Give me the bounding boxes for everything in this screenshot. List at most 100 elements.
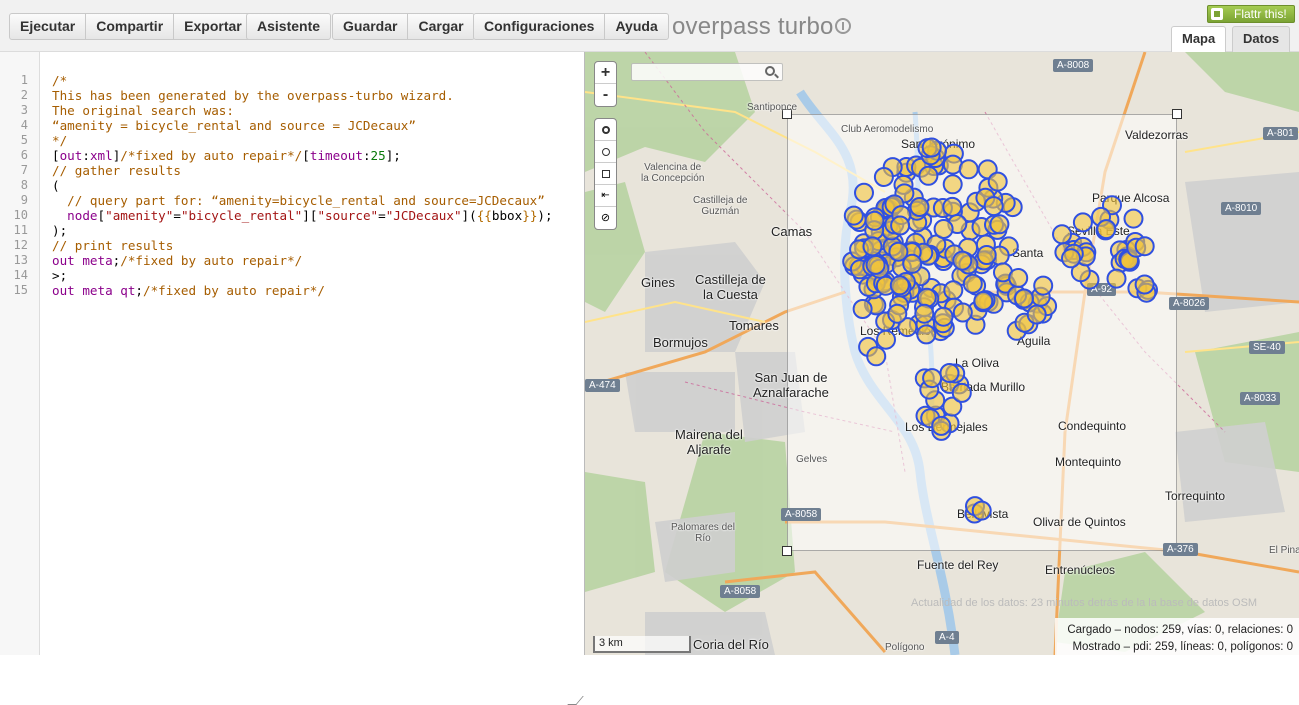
bike-station-marker[interactable] — [1096, 219, 1117, 240]
code-token: */ — [52, 133, 68, 148]
line-number: 9 — [20, 193, 28, 207]
bike-station-marker[interactable] — [976, 245, 997, 265]
resize-grip-icon[interactable] — [567, 696, 584, 705]
bike-station-marker[interactable] — [983, 196, 1004, 217]
code-token: "source" — [317, 208, 379, 223]
code-line: // gather results — [52, 163, 181, 178]
bike-station-marker[interactable] — [1052, 224, 1072, 245]
save-button[interactable]: Guardar — [333, 14, 409, 39]
bike-station-marker[interactable] — [1008, 268, 1029, 288]
bike-station-marker[interactable] — [1072, 212, 1093, 233]
code-line: // query part for: “amenity=bicycle_rent… — [52, 193, 545, 208]
help-button[interactable]: Ayuda — [605, 14, 667, 39]
bike-station-marker[interactable] — [1061, 248, 1081, 269]
wizard-button[interactable]: Asistente — [247, 14, 330, 39]
bike-station-marker[interactable] — [864, 210, 885, 231]
code-token: “amenity = bicycle_rental and source = J… — [52, 118, 416, 133]
bike-station-marker[interactable] — [971, 500, 992, 521]
bike-station-marker[interactable] — [865, 254, 886, 275]
map-view[interactable]: Valdezorras San Jerónimo Santiponce Club Ae… — [585, 52, 1299, 655]
query-editor[interactable]: 1 2 3 4 5 6 7 8 9 10 11 12 13 14 15 /* This has been ge… — [0, 52, 585, 705]
bike-station-marker[interactable] — [866, 346, 887, 367]
bbox-button[interactable] — [595, 163, 616, 185]
bike-station-marker[interactable] — [952, 302, 973, 323]
bike-station-marker[interactable] — [854, 182, 874, 203]
clear-data-button[interactable]: ⊘ — [595, 207, 616, 229]
line-number: 4 — [20, 118, 28, 132]
code-token: ( — [52, 178, 60, 193]
code-token: 25 — [370, 148, 386, 163]
load-button[interactable]: Cargar — [408, 14, 473, 39]
code-line: /* — [52, 73, 67, 88]
bike-station-marker[interactable] — [1014, 288, 1034, 309]
bike-station-marker[interactable] — [943, 280, 964, 301]
bike-station-marker[interactable] — [1123, 208, 1144, 229]
settings-button[interactable]: Configuraciones — [474, 14, 606, 39]
tab-map[interactable]: Mapa — [1171, 26, 1227, 52]
bike-station-marker[interactable] — [939, 363, 960, 383]
bike-station-marker[interactable] — [921, 137, 942, 158]
bike-station-marker[interactable] — [931, 415, 952, 436]
bike-station-marker[interactable] — [952, 250, 973, 271]
bike-station-marker[interactable] — [890, 215, 911, 236]
flattr-button[interactable]: Flattr this! — [1207, 5, 1295, 23]
zoom-out-button[interactable]: - — [595, 84, 616, 106]
code-line: >; — [52, 268, 67, 283]
bike-station-marker[interactable] — [942, 196, 963, 217]
code-line: ); — [52, 223, 67, 238]
bike-station-marker[interactable] — [873, 167, 894, 187]
bike-station-marker[interactable] — [916, 324, 937, 345]
line-number: 8 — [20, 178, 28, 192]
code-token: // gather results — [52, 163, 181, 178]
bike-station-marker[interactable] — [852, 299, 873, 319]
bike-station-marker[interactable] — [933, 306, 954, 327]
bike-station-marker[interactable] — [951, 382, 972, 403]
bike-station-marker[interactable] — [1026, 304, 1047, 325]
bike-station-marker[interactable] — [989, 214, 1010, 235]
bike-station-marker[interactable] — [918, 165, 939, 186]
bike-station-marker[interactable] — [902, 253, 923, 274]
bike-station-marker[interactable] — [1134, 236, 1155, 257]
code-line: out meta;/*fixed by auto repair*/ — [52, 253, 302, 268]
line-number: 13 — [13, 253, 28, 267]
bike-station-marker[interactable] — [1033, 275, 1054, 296]
search-icon[interactable] — [765, 66, 775, 76]
line-number: 5 — [20, 133, 28, 147]
map-search-input[interactable] — [631, 63, 783, 81]
bike-station-marker[interactable] — [987, 171, 1008, 192]
bike-station-marker[interactable] — [1134, 274, 1155, 295]
bike-station-marker[interactable] — [973, 290, 994, 311]
bike-station-marker[interactable] — [843, 205, 864, 226]
zoom-to-data-button[interactable] — [595, 119, 616, 141]
code-token: : — [82, 148, 90, 163]
circle-icon — [601, 147, 610, 156]
bike-station-marker[interactable] — [889, 275, 910, 296]
code-token: out meta — [52, 253, 113, 268]
bike-station-marker[interactable] — [909, 197, 930, 217]
bike-station-marker[interactable] — [862, 236, 883, 257]
fullscreen-button[interactable]: ⇤ — [595, 185, 616, 207]
run-button[interactable]: Ejecutar — [10, 14, 87, 39]
bike-station-marker[interactable] — [958, 159, 979, 180]
stats-loaded: Cargado – nodos: 259, vías: 0, relacione… — [1067, 624, 1293, 636]
tab-data[interactable]: Datos — [1232, 26, 1291, 52]
wizard-group: Asistente — [246, 13, 332, 40]
bike-station-marker[interactable] — [942, 174, 963, 195]
bike-station-marker[interactable] — [916, 287, 937, 308]
bike-station-marker[interactable] — [1106, 268, 1127, 289]
bike-station-marker[interactable] — [876, 329, 896, 350]
magnifier-icon — [601, 125, 610, 134]
line-number: 7 — [20, 163, 28, 177]
bike-station-marker[interactable] — [922, 368, 943, 389]
bike-station-marker[interactable] — [887, 303, 908, 324]
code-token: timeout — [309, 148, 363, 163]
code-token: {{ — [476, 208, 492, 223]
code-token: out meta qt — [52, 283, 136, 298]
bike-station-marker[interactable] — [933, 219, 954, 239]
share-button[interactable]: Compartir — [86, 14, 175, 39]
bike-station-marker[interactable] — [914, 303, 935, 324]
bike-station-marker[interactable] — [962, 273, 983, 294]
locate-button[interactable] — [595, 141, 616, 163]
export-button[interactable]: Exportar — [174, 14, 252, 39]
zoom-in-button[interactable]: + — [595, 62, 616, 84]
